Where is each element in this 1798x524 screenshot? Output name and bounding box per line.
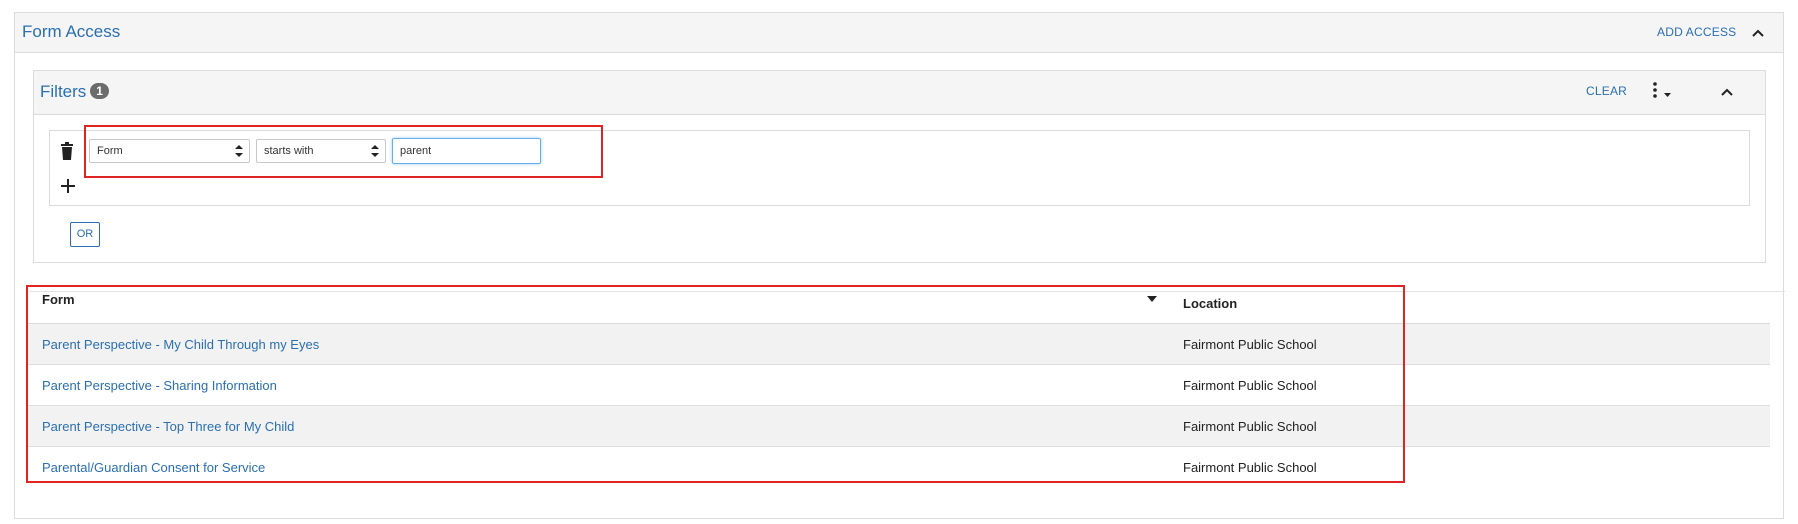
filter-operator-select[interactable]: starts with bbox=[256, 139, 386, 163]
or-button[interactable]: OR bbox=[70, 222, 100, 247]
table-header-row: Form Location bbox=[28, 280, 1770, 324]
location-cell: Fairmont Public School bbox=[1183, 337, 1317, 352]
more-options-icon[interactable] bbox=[1651, 81, 1673, 101]
collapse-panel-icon[interactable] bbox=[1750, 25, 1766, 41]
filters-header: Filters 1 CLEAR bbox=[34, 71, 1765, 115]
table-row: Parent Perspective - Top Three for My Ch… bbox=[28, 406, 1770, 447]
table-row: Parent Perspective - Sharing Information… bbox=[28, 365, 1770, 406]
filters-label: Filters bbox=[40, 82, 87, 101]
table-row: Parental/Guardian Consent for Service Fa… bbox=[28, 447, 1770, 487]
filters-section: Filters 1 CLEAR Form starts with parent … bbox=[33, 70, 1766, 263]
filters-title: Filters 1 bbox=[40, 82, 109, 102]
form-link[interactable]: Parent Perspective - My Child Through my… bbox=[42, 337, 319, 352]
filter-operator-value: starts with bbox=[264, 145, 314, 157]
location-cell: Fairmont Public School bbox=[1183, 419, 1317, 434]
trash-icon[interactable] bbox=[60, 142, 74, 160]
form-access-header: Form Access ADD ACCESS bbox=[15, 13, 1783, 53]
clear-filters-button[interactable]: CLEAR bbox=[1586, 84, 1627, 98]
filter-count-badge: 1 bbox=[90, 83, 109, 99]
filter-field-value: Form bbox=[97, 145, 123, 157]
forms-table: Form Location Parent Perspective - My Ch… bbox=[28, 280, 1770, 487]
column-header-form[interactable]: Form bbox=[42, 292, 75, 307]
add-filter-icon[interactable] bbox=[60, 178, 76, 194]
form-link[interactable]: Parent Perspective - Sharing Information bbox=[42, 378, 277, 393]
table-row: Parent Perspective - My Child Through my… bbox=[28, 324, 1770, 365]
location-cell: Fairmont Public School bbox=[1183, 378, 1317, 393]
filter-field-select[interactable]: Form bbox=[89, 139, 250, 163]
location-cell: Fairmont Public School bbox=[1183, 460, 1317, 475]
select-arrows-icon bbox=[371, 145, 379, 157]
select-arrows-icon bbox=[235, 145, 243, 157]
add-access-button[interactable]: ADD ACCESS bbox=[1657, 25, 1736, 39]
sort-desc-icon[interactable] bbox=[1147, 296, 1157, 302]
panel-title: Form Access bbox=[22, 22, 121, 41]
filter-value-input[interactable] bbox=[392, 138, 541, 164]
column-header-location[interactable]: Location bbox=[1183, 296, 1237, 311]
form-link[interactable]: Parent Perspective - Top Three for My Ch… bbox=[42, 419, 294, 434]
collapse-filters-icon[interactable] bbox=[1719, 84, 1735, 100]
form-link[interactable]: Parental/Guardian Consent for Service bbox=[42, 460, 265, 475]
filter-rule-box: Form starts with bbox=[49, 130, 1750, 206]
